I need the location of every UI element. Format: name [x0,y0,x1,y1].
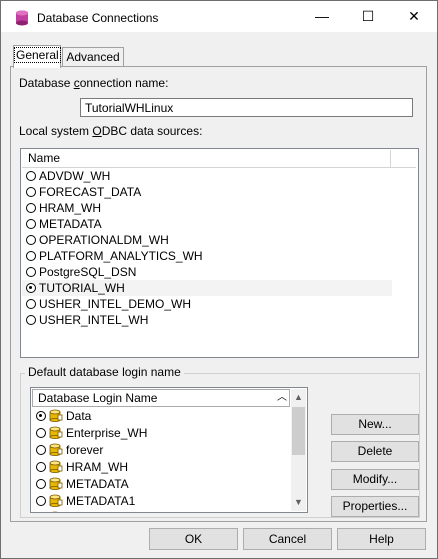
window-title: Database Connections [37,11,159,25]
radio-button[interactable] [36,461,46,472]
list-item-label: Data [66,409,92,423]
list-item[interactable]: PostgreSQL_DSN [22,264,417,280]
delete-login-button[interactable]: Delete [331,441,419,462]
radio-button[interactable] [26,202,36,213]
list-item[interactable]: OPERATIONALDM_WH [22,232,417,248]
list-item[interactable]: PLATFORM_ANALYTICS_WH [22,248,417,264]
radio-button[interactable] [36,495,46,506]
database-icon [49,409,63,423]
maximize-button[interactable]: ☐ [345,1,391,32]
radio-button[interactable] [26,250,36,261]
list-item-label: Enterprise_WH [66,426,148,440]
list-item-label: TUTORIAL_WH [39,281,125,295]
database-icon [16,10,28,26]
login-list-scrollbar[interactable]: ▲ ▼ [291,389,306,511]
radio-button[interactable] [26,218,36,229]
cancel-button[interactable]: Cancel [243,528,332,550]
connection-name-label: Database connection name: [19,76,169,90]
radio-button[interactable] [26,266,36,277]
database-icon [49,494,63,508]
list-item[interactable]: FORECAST_DATA [22,184,417,200]
connection-name-input[interactable]: TutorialWHLinux [80,98,413,117]
default-login-group-title: Default database login name [25,365,184,379]
radio-button[interactable] [26,298,36,309]
properties-button[interactable]: Properties... [331,496,419,517]
chevron-up-icon: ︿ [277,392,287,403]
modify-login-button[interactable]: Modify... [331,469,419,490]
database-login-list[interactable]: Database Login Name ︿ Data Enterprise_WHf… [30,387,308,513]
minimize-button[interactable]: — [299,1,345,32]
list-item[interactable]: METADATA1 [32,493,290,510]
list-item-label: METADATA [39,217,102,231]
general-tab-panel: Database connection name: TutorialWHLinu… [10,66,427,522]
radio-button[interactable] [36,478,46,489]
title-bar: Database Connections — ☐ ✕ [1,1,437,32]
odbc-data-sources-list[interactable]: Name ADVDW_WH FORECAST_DATA HRAM_WH METADAT… [20,148,419,358]
empty-column-header [392,150,416,167]
tab-advanced-label: Advanced [66,50,120,64]
list-item[interactable]: TUTORIAL_WH [22,280,392,296]
tab-advanced[interactable]: Advanced [62,47,124,68]
list-item[interactable]: HRAM_WH [22,200,417,216]
radio-button[interactable] [26,186,36,197]
database-connections-dialog: Database Connections — ☐ ✕ General Advan… [0,0,438,559]
name-column-header[interactable]: Name [22,150,391,167]
database-icon [49,477,63,491]
list-item[interactable]: USHER_INTEL_WH [22,312,417,328]
ok-button[interactable]: OK [149,528,238,550]
list-item-label: PLATFORM_ANALYTICS_WH [39,249,203,263]
radio-button[interactable] [26,314,36,325]
list-item-label: METADATA1 [66,494,136,508]
list-item[interactable]: METADATA [22,216,417,232]
help-button[interactable]: Help [337,528,426,550]
database-icon [49,426,63,440]
login-rows: Data Enterprise_WHforever HRAM_WH METADATA M… [32,408,290,512]
list-item[interactable]: Data [32,408,290,425]
radio-button[interactable] [26,282,36,293]
odbc-list-header: Name [22,150,416,168]
tab-general-label: General [14,47,61,63]
list-item-label: Platform_Analytics_Login [66,511,201,512]
scroll-up-icon[interactable]: ▲ [291,389,306,406]
odbc-rows: ADVDW_WH FORECAST_DATA HRAM_WH METADATA OPER… [22,168,417,328]
list-item[interactable]: USHER_INTEL_DEMO_WH [22,296,417,312]
list-item-label: HRAM_WH [39,201,101,215]
list-item-label: HRAM_WH [66,460,128,474]
new-login-button[interactable]: New... [331,414,419,435]
login-column-label: Database Login Name [38,391,158,405]
list-item[interactable]: Platform_Analytics_Login [32,510,290,512]
login-column-header[interactable]: Database Login Name ︿ [32,389,290,407]
list-item-label: forever [66,443,104,457]
list-item[interactable]: HRAM_WH [32,459,290,476]
list-item-label: PostgreSQL_DSN [39,265,137,279]
list-item[interactable]: forever [32,442,290,459]
radio-button[interactable] [26,170,36,181]
radio-button[interactable] [26,234,36,245]
list-item-label: FORECAST_DATA [39,185,142,199]
dialog-client-area: General Advanced Database connection nam… [1,32,437,558]
odbc-sources-label: Local system ODBC data sources: [19,124,203,138]
tab-general[interactable]: General [13,45,61,68]
close-button[interactable]: ✕ [391,1,437,32]
radio-button[interactable] [36,444,46,455]
list-item[interactable]: METADATA [32,476,290,493]
list-item-label: ADVDW_WH [39,169,111,183]
radio-button[interactable] [36,427,46,438]
database-icon [49,460,63,474]
list-item[interactable]: ADVDW_WH [22,168,417,184]
list-item-label: OPERATIONALDM_WH [39,233,169,247]
scroll-down-icon[interactable]: ▼ [291,494,306,511]
database-icon [53,511,57,512]
list-item-label: METADATA [66,477,129,491]
list-item[interactable]: Enterprise_WH [32,425,290,442]
radio-button[interactable] [36,410,46,421]
list-item-label: USHER_INTEL_WH [39,313,149,327]
database-icon [49,443,63,457]
scrollbar-thumb[interactable] [292,407,305,455]
list-item-label: USHER_INTEL_DEMO_WH [39,297,192,311]
